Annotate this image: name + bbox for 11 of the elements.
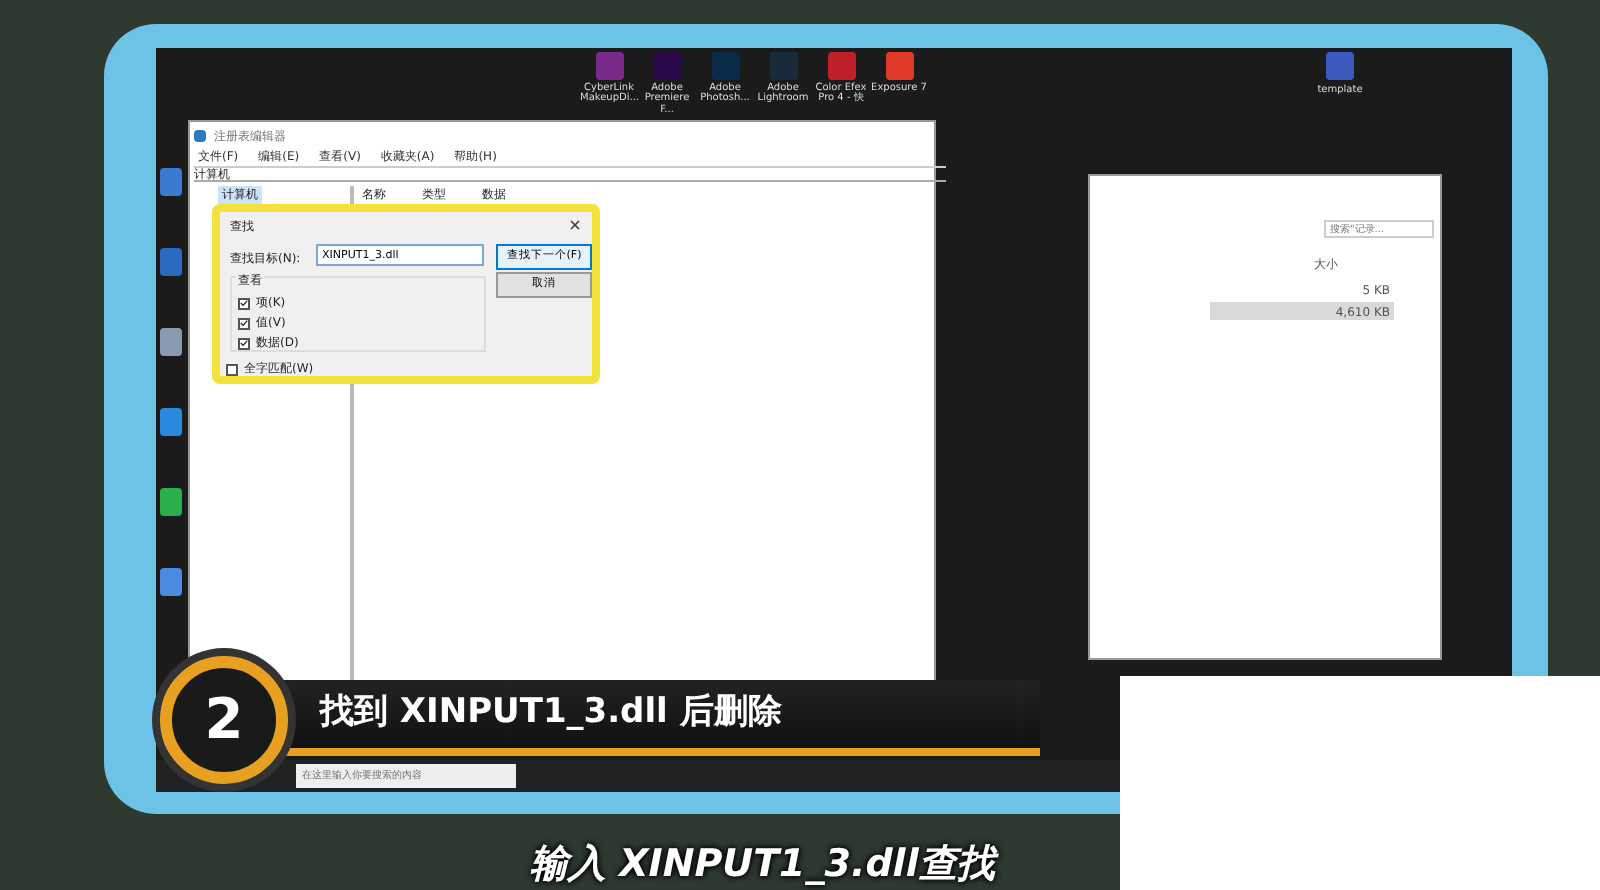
app-icon[interactable] (827, 52, 855, 80)
app-icon[interactable] (595, 52, 623, 80)
checkbox[interactable] (238, 317, 250, 329)
app-icon[interactable] (885, 52, 913, 80)
checkbox[interactable] (238, 297, 250, 309)
subtitle: 输入 XINPUT1_3.dll查找 (530, 840, 995, 890)
document-icon[interactable] (1326, 52, 1354, 80)
registry-icon (194, 130, 206, 142)
close-icon[interactable] (570, 220, 580, 230)
checkbox[interactable] (226, 363, 238, 375)
checkbox[interactable] (238, 337, 250, 349)
